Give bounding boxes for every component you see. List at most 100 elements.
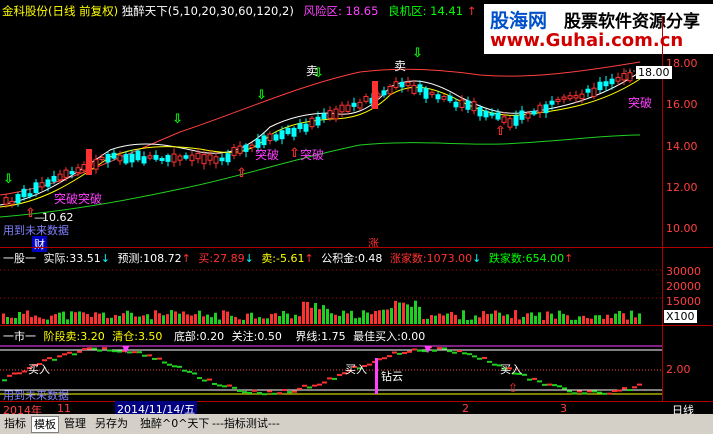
volume-bar: [622, 313, 625, 324]
volume-bar: [274, 313, 277, 324]
candle-body: [483, 110, 489, 118]
candle-body: [561, 96, 567, 100]
volume-bar: [450, 311, 453, 324]
volume-bar: [570, 319, 573, 324]
market-step: [552, 384, 557, 387]
candle-body: [261, 135, 267, 146]
candle-body: [15, 194, 21, 204]
market-step: [597, 391, 602, 394]
market-step: [152, 357, 157, 360]
candle-body: [309, 117, 315, 128]
volume-bar: [102, 312, 105, 324]
stock-name[interactable]: 金科股份: [2, 4, 48, 18]
good-zone-label: 良机区: [388, 4, 423, 18]
volume-bar: [98, 313, 101, 324]
candle-body: [99, 156, 105, 161]
tab-indicator-duzui[interactable]: 独醉^0^天下: [138, 416, 211, 431]
candle-body: [33, 182, 39, 194]
volume-bar: [510, 318, 513, 324]
volume-bar: [266, 318, 269, 324]
tab-save-as[interactable]: 另存为: [93, 416, 130, 431]
candle-body: [207, 154, 213, 161]
buy-arrow-icon: ⇧: [495, 124, 506, 139]
market-step: [472, 355, 477, 358]
volume-bar: [130, 312, 133, 324]
tab-indicator[interactable]: 指标: [2, 416, 28, 431]
volume-bar: [186, 314, 189, 324]
candle-body: [129, 153, 135, 163]
volume-bar: [298, 316, 301, 324]
risk-zone-label: 风险区: [303, 4, 338, 18]
volume-bar: [14, 318, 17, 324]
volume-bar: [146, 314, 149, 324]
market-step: [582, 392, 587, 395]
volume-bar: [214, 312, 217, 324]
candle-body: [297, 123, 303, 130]
candle-body: [531, 110, 537, 115]
volume-bar: [422, 318, 425, 324]
candle-body: [3, 197, 9, 205]
price-chart[interactable]: ⇩⇩⇩⇩⇩⇧⇧⇧⇧: [0, 17, 662, 247]
market-step: [182, 369, 187, 372]
market-step: [542, 383, 547, 386]
market-step: [462, 352, 467, 355]
volume-bar: [446, 313, 449, 324]
market-step: [562, 387, 567, 390]
market-step: [137, 351, 142, 354]
market-step: [632, 386, 637, 389]
panel-separator-2: [0, 325, 713, 326]
candle-body: [159, 158, 165, 162]
zuanyun-label: 钻云: [381, 370, 403, 383]
market-step: [432, 349, 437, 352]
candle-body: [63, 169, 69, 178]
date-axis-bar[interactable]: [0, 401, 713, 415]
candle-body: [525, 112, 531, 119]
market-step: [247, 391, 252, 394]
market-step: [572, 392, 577, 395]
indicator-name[interactable]: 独醉天下: [122, 4, 168, 18]
volume-unit: X100: [664, 310, 697, 323]
volume-bar: [326, 308, 329, 324]
volume-bar: [22, 313, 25, 324]
volume-bar: [306, 301, 309, 324]
tab-indicator-test[interactable]: ---指标测试---: [210, 416, 282, 431]
candle-body: [237, 145, 243, 154]
volume-chart[interactable]: [0, 262, 662, 326]
volume-bar: [342, 310, 345, 324]
sell-arrow-icon: ⇩: [256, 88, 267, 103]
breakout-label-3: 突破: [300, 148, 325, 162]
market-step: [157, 357, 162, 360]
volume-bar: [518, 319, 521, 324]
good-zone-value: 14.41: [430, 4, 464, 18]
candle-body: [477, 107, 483, 117]
market-step: [92, 347, 97, 350]
market-step: [132, 351, 137, 354]
candle-body: [567, 95, 573, 100]
candle-body: [213, 156, 219, 164]
volume-bar: [154, 310, 157, 324]
volume-tick-30000: 30000: [666, 265, 701, 278]
candle-body: [501, 116, 507, 123]
indicator-tab-bar: 指标 模板 管理 另存为 独醉^0^天下 ---指标测试---: [0, 414, 713, 434]
candle-body: [357, 101, 363, 109]
volume-bar: [74, 312, 77, 324]
tab-manage[interactable]: 管理: [62, 416, 88, 431]
tab-template[interactable]: 模板: [31, 416, 59, 433]
candle-body: [519, 110, 525, 120]
market-step: [527, 378, 532, 381]
market-indicator-chart[interactable]: [0, 340, 662, 400]
volume-bar: [586, 318, 589, 324]
volume-bar: [478, 317, 481, 324]
indicator-params: (5,10,20,30,60,120,2): [167, 4, 294, 18]
market-step: [322, 381, 327, 384]
market-step: [282, 389, 287, 392]
market-step: [592, 390, 597, 393]
volume-bar: [270, 314, 273, 324]
volume-bar: [442, 315, 445, 324]
candle-body: [93, 159, 99, 170]
candle-body: [549, 100, 555, 105]
volume-bar: [550, 313, 553, 324]
sell-arrow-icon: ⇩: [3, 172, 14, 187]
volume-bar: [242, 319, 245, 324]
price-tick-10: 10.00: [666, 222, 698, 235]
